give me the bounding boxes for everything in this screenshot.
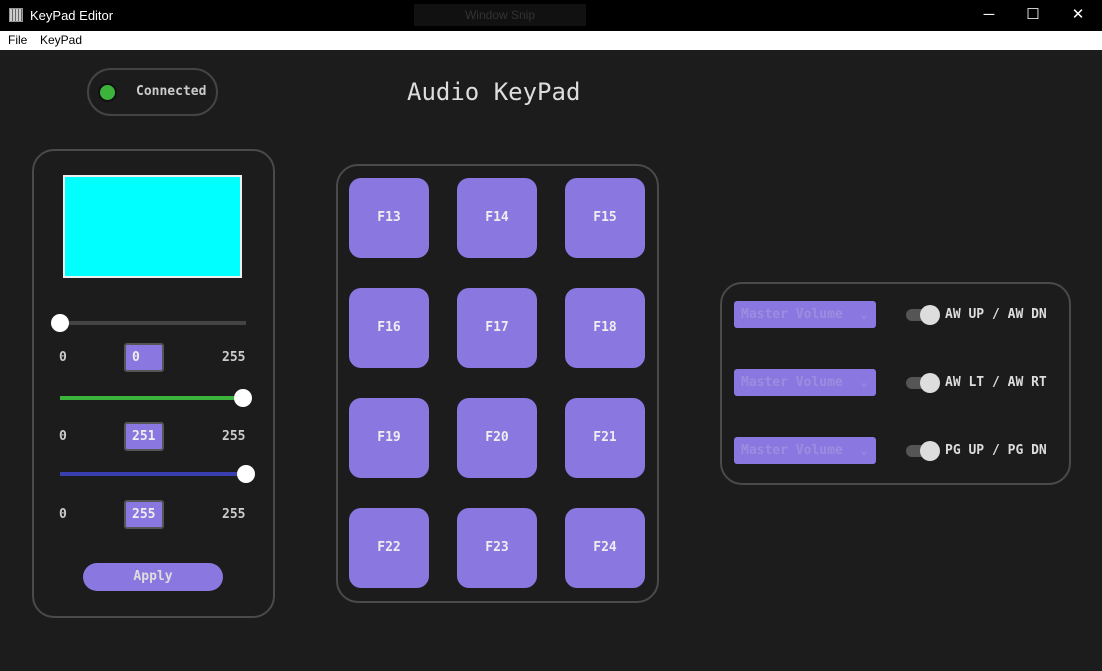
key-button-f21[interactable]: F21 (565, 398, 645, 478)
key-button-f19[interactable]: F19 (349, 398, 429, 478)
key-button-f18[interactable]: F18 (565, 288, 645, 368)
key-button-f16[interactable]: F16 (349, 288, 429, 368)
key-button-f14[interactable]: F14 (457, 178, 537, 258)
status-led-icon (98, 83, 117, 102)
green-min-label: 0 (59, 429, 67, 444)
green-slider-thumb[interactable] (234, 389, 253, 407)
encoder-label: AW LT / AW RT (945, 375, 1047, 390)
chevron-down-icon: ⌄ (860, 443, 868, 458)
toggle-knob (920, 441, 940, 461)
key-button-f22[interactable]: F22 (349, 508, 429, 588)
encoder-label: AW UP / AW DN (945, 307, 1047, 322)
key-button-f13[interactable]: F13 (349, 178, 429, 258)
green-max-label: 255 (222, 429, 246, 444)
encoder-action-select[interactable]: Master Volume ⌄ (734, 437, 876, 464)
menu-bar: File KeyPad (0, 31, 1102, 50)
red-slider-thumb[interactable] (51, 314, 69, 332)
green-slider-fill (60, 396, 244, 400)
red-max-label: 255 (222, 350, 246, 365)
select-value: Master Volume (741, 307, 843, 322)
status-label: Connected (136, 84, 207, 99)
toggle-knob (920, 305, 940, 325)
red-slider[interactable] (51, 314, 246, 332)
window-snip-overlay: Window Snip (414, 4, 586, 26)
blue-slider[interactable] (60, 465, 255, 483)
green-value-input[interactable]: 251 (124, 422, 164, 451)
close-button[interactable]: ✕ (1055, 0, 1101, 31)
select-value: Master Volume (741, 375, 843, 390)
green-slider[interactable] (60, 389, 253, 407)
title-bar: KeyPad Editor Window Snip ─ ☐ ✕ (0, 0, 1102, 31)
encoder-label: PG UP / PG DN (945, 443, 1047, 458)
app-icon (9, 8, 23, 22)
color-preview (63, 175, 242, 278)
key-button-f23[interactable]: F23 (457, 508, 537, 588)
blue-min-label: 0 (59, 507, 67, 522)
key-button-f17[interactable]: F17 (457, 288, 537, 368)
chevron-down-icon: ⌄ (860, 307, 868, 322)
blue-value-input[interactable]: 255 (124, 500, 164, 529)
chevron-down-icon: ⌄ (860, 375, 868, 390)
blue-slider-fill (60, 472, 246, 476)
toggle-knob (920, 373, 940, 393)
key-button-f20[interactable]: F20 (457, 398, 537, 478)
red-min-label: 0 (59, 350, 67, 365)
encoder-toggle[interactable] (906, 305, 940, 325)
encoder-action-select[interactable]: Master Volume ⌄ (734, 301, 876, 328)
apply-button[interactable]: Apply (83, 563, 223, 591)
encoder-toggle[interactable] (906, 373, 940, 393)
select-value: Master Volume (741, 443, 843, 458)
key-button-f15[interactable]: F15 (565, 178, 645, 258)
key-button-f24[interactable]: F24 (565, 508, 645, 588)
menu-file[interactable]: File (8, 33, 27, 47)
blue-slider-thumb[interactable] (237, 465, 255, 483)
window-title: KeyPad Editor (30, 8, 114, 23)
red-value-input[interactable]: 0 (124, 343, 164, 372)
encoder-toggle[interactable] (906, 441, 940, 461)
blue-max-label: 255 (222, 507, 246, 522)
minimize-button[interactable]: ─ (966, 0, 1012, 31)
page-title: Audio KeyPad (407, 78, 581, 106)
maximize-button[interactable]: ☐ (1010, 0, 1056, 31)
menu-keypad[interactable]: KeyPad (40, 33, 82, 47)
encoder-action-select[interactable]: Master Volume ⌄ (734, 369, 876, 396)
connection-status: Connected (87, 68, 218, 116)
